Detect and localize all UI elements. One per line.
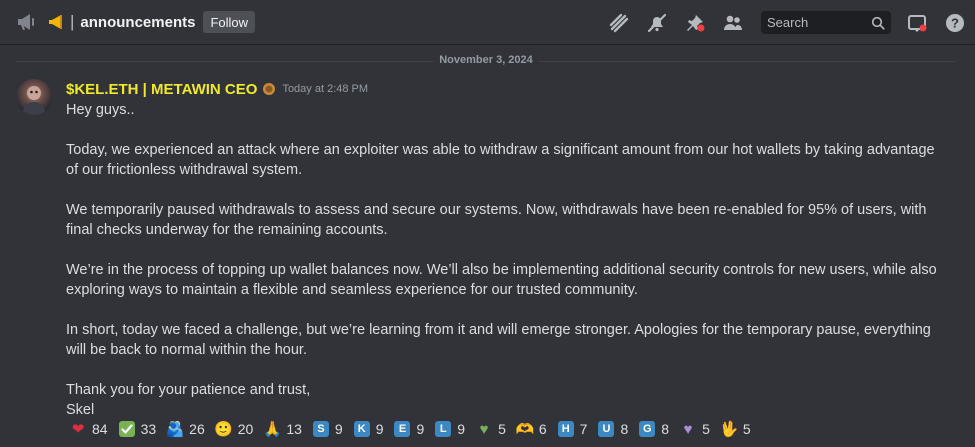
letter-h-icon: H [557, 420, 575, 438]
date-divider-label: November 3, 2024 [434, 54, 538, 66]
letter-l-icon: L [434, 420, 452, 438]
message-author[interactable]: $KEL.ETH | METAWIN CEO [66, 81, 257, 98]
reaction-count: 5 [702, 421, 710, 437]
search-icon [871, 16, 885, 30]
letter-g-icon: G [638, 420, 656, 438]
purple-heart-icon: ♥ [683, 420, 693, 438]
search-input[interactable] [767, 15, 863, 30]
reaction-letter-s[interactable]: S9 [309, 418, 346, 440]
help-icon[interactable]: ? [943, 11, 967, 35]
search-box[interactable] [761, 11, 891, 34]
hand-fire-icon: 🖖 [719, 421, 739, 438]
reaction-count: 9 [457, 421, 466, 437]
reaction-count: 13 [286, 421, 302, 437]
heart-icon: ❤ [71, 421, 85, 438]
notification-mute-icon[interactable] [645, 11, 669, 35]
reaction-people-hugging[interactable]: 🫂 26 [163, 418, 208, 440]
reaction-letter-k[interactable]: K9 [350, 418, 387, 440]
reaction-count: 8 [661, 421, 670, 437]
reaction-smile[interactable]: 🙂 20 [212, 418, 257, 440]
message-timestamp: Today at 2:48 PM [282, 83, 369, 95]
avatar[interactable] [16, 79, 52, 115]
reaction-count: 9 [416, 421, 425, 437]
megaphone-emoji-icon [48, 13, 66, 31]
reaction-count: 9 [375, 421, 384, 437]
reaction-count: 5 [742, 421, 751, 437]
reaction-count: 5 [498, 421, 506, 437]
channel-header: | announcements Follow Search ? [0, 0, 975, 45]
channel-separator: | [70, 12, 75, 31]
reaction-letter-u[interactable]: U8 [594, 418, 631, 440]
follow-button[interactable]: Follow [203, 11, 256, 33]
letter-k-icon: K [353, 420, 371, 438]
reaction-pray[interactable]: 🙏 13 [260, 418, 305, 440]
pinned-messages-icon[interactable] [683, 11, 707, 35]
reaction-letter-g[interactable]: G8 [635, 418, 672, 440]
reaction-count: 7 [579, 421, 588, 437]
reaction-count: 20 [237, 421, 254, 437]
reaction-bar: ❤ 84 33 🫂 26 🙂 20 🙏 13 S 9 K 9 E 9 L 9 ♥ 5 🫶 6 H 7 U 8 G 8 ♥ 5 🖖 5 [66, 418, 758, 440]
reaction-count: 9 [334, 421, 343, 437]
threads-icon[interactable] [607, 11, 631, 35]
check-icon [118, 420, 136, 438]
reaction-letter-l[interactable]: L9 [431, 418, 468, 440]
reaction-heart-hands[interactable]: 🫶 6 [513, 418, 550, 440]
announcement-channel-icon [16, 11, 38, 33]
reaction-count: 8 [620, 421, 629, 437]
reaction-count: 26 [189, 421, 205, 437]
letter-e-icon: E [393, 420, 411, 438]
member-list-icon[interactable] [721, 11, 745, 35]
reaction-heart[interactable]: ❤ 84 [66, 418, 111, 440]
channel-name[interactable]: announcements [80, 14, 195, 31]
smile-icon: 🙂 [214, 421, 234, 438]
message: $KEL.ETH | METAWIN CEO Today at 2:48 PM … [66, 80, 946, 420]
message-line: Hey guys.. [66, 102, 135, 118]
role-badge-icon [262, 82, 276, 96]
message-paragraph: In short, today we faced a challenge, bu… [66, 322, 931, 358]
message-line: Skel [66, 402, 95, 418]
reaction-letter-e[interactable]: E9 [390, 418, 427, 440]
message-paragraph: Today, we experienced an attack where an… [66, 142, 935, 178]
reaction-count: 6 [538, 421, 547, 437]
pray-icon: 🙏 [262, 421, 282, 438]
reaction-count: 84 [92, 421, 108, 437]
reaction-check[interactable]: 33 [115, 418, 160, 440]
svg-text:?: ? [951, 15, 959, 30]
green-heart-icon: ♥ [479, 420, 489, 438]
reaction-purple-heart[interactable]: ♥ 5 [676, 418, 713, 440]
message-paragraph: We’re in the process of topping up walle… [66, 262, 937, 298]
message-paragraph: We temporarily paused withdrawals to ass… [66, 202, 927, 238]
message-body: Hey guys.. Today, we experienced an atta… [66, 100, 946, 420]
reaction-green-heart[interactable]: ♥ 5 [472, 418, 509, 440]
reaction-letter-h[interactable]: H7 [554, 418, 591, 440]
letter-s-icon: S [312, 420, 330, 438]
date-divider: November 3, 2024 [16, 54, 956, 66]
reaction-count: 33 [140, 421, 157, 437]
people-hugging-icon: 🫂 [165, 421, 185, 438]
heart-hands-icon: 🫶 [515, 421, 535, 438]
inbox-icon[interactable] [905, 11, 929, 35]
message-line: Thank you for your patience and trust, [66, 382, 311, 398]
letter-u-icon: U [597, 420, 615, 438]
reaction-hand-fire[interactable]: 🖖 5 [717, 418, 754, 440]
